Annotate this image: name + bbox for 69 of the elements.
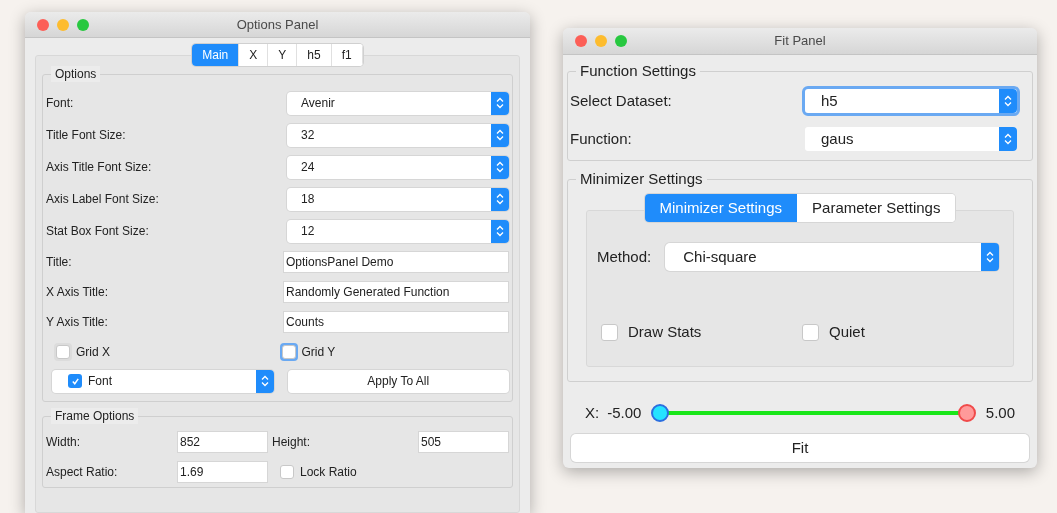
checkbox-label: Draw Stats: [628, 322, 702, 342]
text-field[interactable]: Counts: [283, 311, 509, 333]
field-label: Function:: [570, 128, 633, 149]
field-label: X Axis Title:: [46, 284, 110, 301]
dropdown[interactable]: 32: [287, 123, 509, 147]
text-field[interactable]: 505: [418, 431, 509, 453]
slider-thumb[interactable]: [651, 403, 670, 422]
dropdown[interactable]: Font: [52, 369, 274, 393]
zoom-button[interactable]: [77, 18, 89, 31]
check-icon: [70, 376, 80, 386]
zoom-button[interactable]: [615, 35, 627, 47]
group-title: Minimizer Settings: [576, 171, 707, 187]
field-label: Stat Box Font Size:: [46, 223, 150, 240]
dropdown[interactable]: 18: [287, 187, 509, 211]
field-label: Select Dataset:: [570, 90, 673, 111]
field-label: Width:: [46, 434, 81, 451]
checkbox-label: Quiet: [829, 322, 865, 342]
stepper-icon: [491, 91, 509, 115]
minimize-button[interactable]: [595, 35, 607, 47]
window-title: Fit Panel: [774, 32, 826, 51]
range-slider[interactable]: [651, 403, 976, 422]
stepper-icon: [255, 369, 274, 393]
slider-thumb[interactable]: [957, 403, 976, 422]
stepper-icon: [491, 123, 509, 147]
dropdown[interactable]: Avenir: [287, 91, 509, 115]
close-button[interactable]: [575, 35, 587, 47]
checkbox-label: Grid Y: [301, 344, 336, 361]
dropdown[interactable]: 12: [287, 219, 509, 243]
stepper-icon: [999, 89, 1017, 113]
checkbox[interactable]: [68, 374, 82, 388]
stepper-icon: [981, 243, 999, 271]
group-title: Options: [51, 66, 101, 82]
stepper-icon: [491, 219, 509, 243]
checkbox[interactable]: [280, 465, 294, 479]
field-label: Y Axis Title:: [46, 314, 109, 331]
field-label: Font:: [46, 95, 75, 112]
dropdown[interactable]: gaus: [802, 124, 1020, 154]
range-label: X:: [585, 402, 600, 423]
dropdown[interactable]: Chi-square: [665, 243, 999, 271]
stepper-icon: [491, 155, 509, 179]
range-min: -5.00: [607, 402, 642, 423]
text-field[interactable]: Randomly Generated Function: [283, 281, 509, 303]
field-label: Axis Label Font Size:: [46, 191, 160, 208]
text-field[interactable]: OptionsPanel Demo: [283, 251, 509, 273]
apply-button[interactable]: Apply To All: [287, 369, 509, 393]
close-button[interactable]: [37, 18, 49, 31]
group-title: Function Settings: [576, 63, 700, 79]
field-label: Title:: [46, 254, 73, 271]
dropdown-value: Font: [88, 373, 113, 390]
field-label: Method:: [597, 246, 652, 267]
stepper-icon: [999, 127, 1017, 151]
dropdown[interactable]: h5: [802, 86, 1020, 116]
field-label: Height:: [271, 434, 312, 451]
minimize-button[interactable]: [57, 18, 69, 31]
field-label: Aspect Ratio:: [46, 464, 119, 481]
range-max: 5.00: [985, 402, 1015, 423]
text-field[interactable]: 1.69: [177, 461, 268, 483]
fit-button[interactable]: Fit: [571, 434, 1029, 462]
window-title: Options Panel: [236, 15, 319, 34]
field-label: Axis Title Font Size:: [46, 159, 153, 176]
field-label: Title Font Size:: [46, 127, 127, 144]
checkbox-label: Lock Ratio: [300, 464, 357, 481]
stepper-icon: [491, 187, 509, 211]
dropdown[interactable]: 24: [287, 155, 509, 179]
checkbox[interactable]: [601, 323, 618, 341]
group-title: Frame Options: [51, 408, 139, 424]
checkbox-label: Grid X: [76, 344, 110, 361]
text-field[interactable]: 852: [177, 431, 268, 453]
checkbox[interactable]: [802, 323, 819, 341]
